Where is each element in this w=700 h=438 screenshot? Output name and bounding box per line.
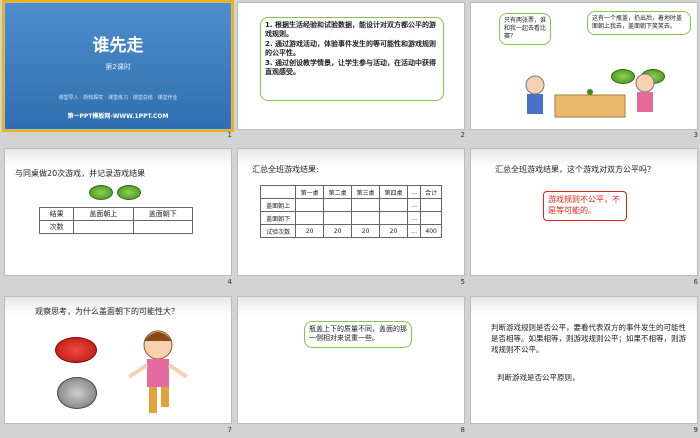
table-row: 试验次数 20 20 20 20 … 400: [259, 224, 442, 238]
slide-subtitle: 第2课时: [105, 63, 131, 71]
table-cell: 盖面朝下: [259, 211, 297, 225]
table-header-cell: 第四桌: [379, 185, 408, 199]
slide-number-2: 2: [460, 131, 465, 139]
slide-thumbnail-3[interactable]: 只有两张票，谁和我一起去看比赛？ 这有一个瓶盖，扔出后，着地时盖面朝上我去，盖面…: [470, 2, 698, 130]
table-cell: [323, 198, 353, 212]
table-header-cell: 合计: [420, 185, 442, 199]
explanation-bubble: 瓶盖上下的质量不同，盖面的那一侧相对来说重一些。: [304, 321, 412, 348]
table-cell: 盖面朝上: [259, 198, 297, 212]
table-row: 次数: [38, 220, 194, 234]
bottle-cap-icon: [89, 185, 113, 200]
table-row: 盖面朝下 …: [259, 211, 442, 225]
table-cell: 次数: [38, 220, 75, 234]
table-cell: …: [406, 224, 422, 238]
slide-header-band: [471, 297, 697, 315]
slide-number-3: 3: [693, 131, 698, 139]
table-cell: [351, 198, 381, 212]
slide-number-6: 6: [693, 278, 698, 286]
objective-1: 1. 根据生活经验和试验数据，能设计对双方都公平的游戏规则。: [265, 21, 436, 39]
slide-header-band: [5, 149, 231, 167]
site-text: 第一PPT模板网-WWW.1PPT.COM: [67, 113, 169, 120]
slide-number-4: 4: [227, 278, 232, 286]
slide-sorter-grid: 谁先走 第2课时 课堂导入 · 新知探究 · 课堂练习 · 课堂总结 · 课堂作…: [0, 0, 700, 438]
table-cell: 20: [295, 224, 325, 238]
table-header-cell: …: [406, 185, 422, 199]
children-playing-illustration: [525, 73, 655, 118]
speech-bubble-right: 这有一个瓶盖，扔出后，着地时盖面朝上我去，盖面朝下笑笑去。: [587, 11, 691, 36]
objective-3: 3. 通过创设教学情景，让学生参与活动，在活动中获得直观感受。: [265, 58, 436, 77]
slide-title: 汇总全班游戏结果，这个游戏对双方公平吗？: [495, 165, 655, 174]
slide-header-band: [238, 297, 464, 315]
slide-number-9: 9: [693, 426, 698, 434]
slide-thumbnail-2[interactable]: 1. 根据生活经验和试验数据，能设计对双方都公平的游戏规则。 2. 通过游戏活动…: [237, 2, 465, 130]
fairness-rule-text: 判断游戏规则是否公平，要看代表双方的事件发生的可能性是否相等。如果相等，则游戏规…: [491, 323, 686, 354]
table-cell: [132, 220, 194, 234]
slide-menu: 课堂导入 · 新知探究 · 课堂练习 · 课堂总结 · 课堂作业: [58, 95, 178, 101]
slide-thumbnail-5[interactable]: 汇总全班游戏结果: 第一桌 第二桌 第三桌 第四桌 … 合计 盖面朝上 … 盖面…: [237, 148, 465, 276]
slide-title: 与同桌做20次游戏，并记录游戏结果: [15, 169, 146, 178]
table-cell: [420, 211, 442, 225]
table-header-row: 结果 盖面朝上 盖面朝下: [38, 207, 194, 221]
fairness-principle-text: 判断游戏是否公平原则，: [497, 373, 580, 382]
slide-number-7: 7: [227, 426, 232, 434]
slide-thumbnail-7[interactable]: 观察思考，为什么盖面朝下的可能性大？: [4, 296, 232, 424]
table-cell: …: [406, 211, 422, 225]
table-cell: [295, 198, 325, 212]
slide-thumbnail-9[interactable]: 判断游戏规则是否公平，要看代表双方的事件发生的可能性是否相等。如果相等，则游戏规…: [470, 296, 698, 424]
table-cell: [351, 211, 381, 225]
table-cell: [73, 220, 134, 234]
objectives-box: 1. 根据生活经验和试验数据，能设计对双方都公平的游戏规则。 2. 通过游戏活动…: [260, 17, 444, 101]
table-header-cell: 盖面朝下: [132, 207, 194, 221]
table-header-cell: 第二桌: [323, 185, 353, 199]
class-summary-table: 第一桌 第二桌 第三桌 第四桌 … 合计 盖面朝上 … 盖面朝下 … 试验次数 …: [259, 185, 442, 238]
slide-number-5: 5: [460, 278, 465, 286]
table-header-cell: 结果: [38, 207, 75, 221]
slide-number-8: 8: [460, 426, 465, 434]
results-table: 结果 盖面朝上 盖面朝下 次数: [38, 207, 194, 234]
table-cell: 400: [420, 224, 442, 238]
slide-thumbnail-1[interactable]: 谁先走 第2课时 课堂导入 · 新知探究 · 课堂练习 · 课堂总结 · 课堂作…: [2, 0, 234, 132]
slide-number-1: 1: [227, 131, 232, 139]
slide-thumbnail-6[interactable]: 汇总全班游戏结果，这个游戏对双方公平吗？ 游戏规则不公平，不是等可能的。: [470, 148, 698, 276]
table-row: 盖面朝上 …: [259, 198, 442, 212]
slide-title: 观察思考，为什么盖面朝下的可能性大？: [35, 307, 179, 316]
table-cell: [379, 211, 408, 225]
table-header-row: 第一桌 第二桌 第三桌 第四桌 … 合计: [259, 185, 442, 199]
table-cell: …: [406, 198, 422, 212]
slide-title: 谁先走: [92, 36, 144, 56]
table-cell: [379, 198, 408, 212]
table-cell: 试验次数: [259, 224, 297, 238]
answer-box: 游戏规则不公平，不是等可能的。: [543, 191, 627, 221]
table-cell: 20: [351, 224, 381, 238]
table-cell: [420, 198, 442, 212]
table-header-cell: 盖面朝上: [73, 207, 134, 221]
table-header-cell: 第三桌: [351, 185, 381, 199]
table-header-cell: [259, 185, 297, 199]
slide-thumbnail-8[interactable]: 瓶盖上下的质量不同，盖面的那一侧相对来说重一些。: [237, 296, 465, 424]
table-cell: 20: [379, 224, 408, 238]
table-cell: [323, 211, 353, 225]
table-header-cell: 第一桌: [295, 185, 325, 199]
speech-bubble-left: 只有两张票，谁和我一起去看比赛？: [499, 13, 551, 46]
bottle-cap-icon: [117, 185, 141, 200]
table-cell: [295, 211, 325, 225]
slide-title: 汇总全班游戏结果:: [252, 165, 319, 174]
girl-illustration: [127, 330, 189, 413]
red-bottle-cap-icon: [55, 337, 97, 363]
table-cell: 20: [323, 224, 353, 238]
gray-bottle-cap-icon: [57, 377, 97, 409]
objective-2: 2. 通过游戏活动，体验事件发生的等可能性和游戏规则的公平性。: [265, 39, 436, 58]
slide-thumbnail-4[interactable]: 与同桌做20次游戏，并记录游戏结果 结果 盖面朝上 盖面朝下 次数: [4, 148, 232, 276]
